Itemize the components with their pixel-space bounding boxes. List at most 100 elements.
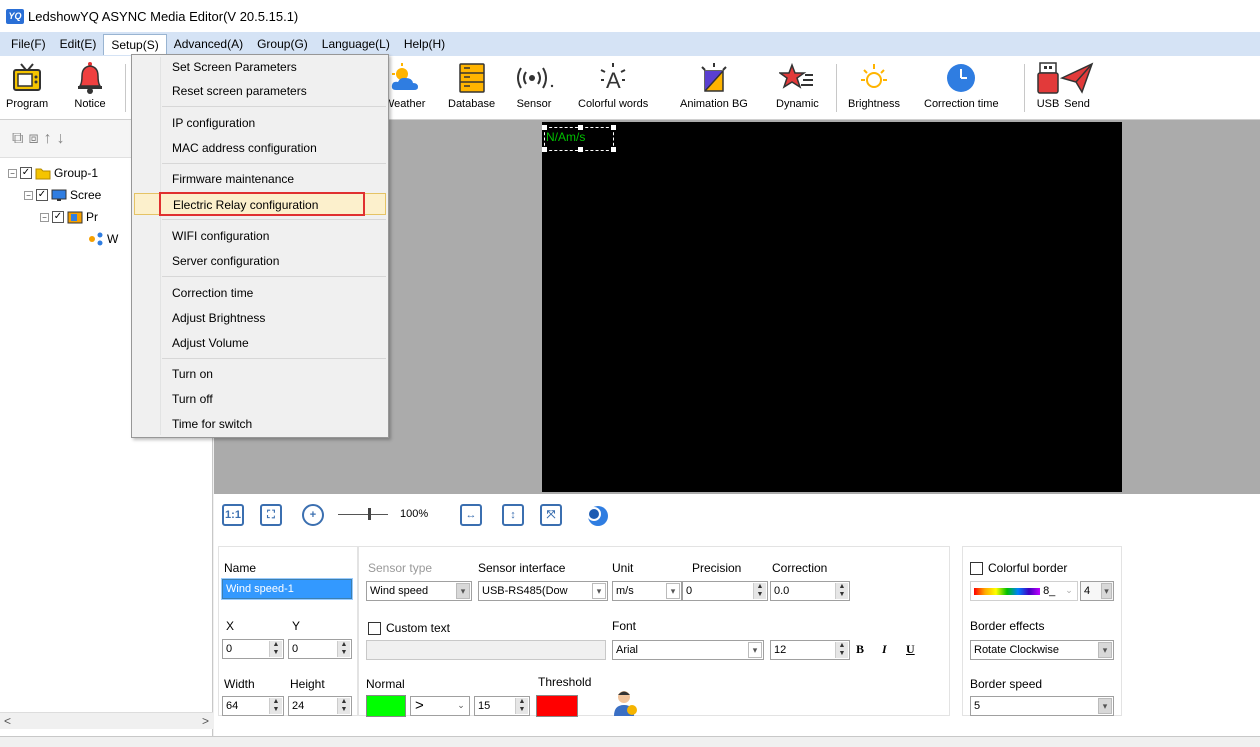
menu-item-turn-on[interactable]: Turn on [134,363,386,385]
resize-handle[interactable] [578,147,583,152]
tree-checkbox[interactable]: ✓ [52,211,64,223]
width-input[interactable]: 64 ▲ ▼ [222,696,284,716]
height-input[interactable]: 24 ▲ ▼ [288,696,352,716]
tree-checkbox[interactable]: ✓ [36,189,48,201]
menu-group[interactable]: Group(G) [250,34,315,54]
dynamic-button[interactable]: Dynamic [776,56,819,120]
program-button[interactable]: Program [6,56,48,120]
paste-icon[interactable]: ⧈ [28,130,38,148]
resize-handle[interactable] [611,147,616,152]
menu-item-adjust-volume[interactable]: Adjust Volume [134,332,386,354]
spinner-icon[interactable]: ▲ ▼ [835,583,848,599]
tree-item-screen[interactable]: − ✓ Scree [24,188,101,202]
menu-help[interactable]: Help(H) [397,34,452,54]
custom-text-input[interactable] [366,640,606,660]
menu-item-ip-configuration[interactable]: IP configuration [134,112,386,134]
zoom-slider[interactable] [338,514,388,515]
move-down-icon[interactable]: ↓ [57,130,65,148]
border-effects-select[interactable]: Rotate Clockwise ▾ [970,640,1114,660]
italic-button[interactable]: I [882,642,887,657]
led-screen-preview[interactable]: N/Am/s [542,122,1122,492]
spinner-icon[interactable]: ▲ ▼ [753,583,766,599]
sensor-interface-select[interactable]: USB-RS485(Dow ▾ [478,581,608,601]
bold-button[interactable]: B [856,642,864,657]
menu-file[interactable]: File(F) [4,34,53,54]
display-mode-icon[interactable] [586,504,610,528]
menu-item-correction-time[interactable]: Correction time [134,282,386,304]
menu-item-server-configuration[interactable]: Server configuration [134,250,386,272]
name-input[interactable]: Wind speed-1 [222,579,352,599]
spinner-icon[interactable]: ▲ ▼ [337,641,350,657]
menu-item-turn-off[interactable]: Turn off [134,388,386,410]
precision-input[interactable]: 0 ▲ ▼ [682,581,768,601]
spinner-icon[interactable]: ▲ ▼ [269,641,282,657]
tree-item-group[interactable]: − ✓ Group-1 [8,166,98,180]
tree-item-program[interactable]: − ✓ Pr [40,210,98,224]
unit-select[interactable]: m/s ▾ [612,581,682,601]
tree-checkbox[interactable]: ✓ [20,167,32,179]
brightness-button[interactable]: Brightness [848,56,900,120]
custom-text-checkbox[interactable] [368,622,381,635]
fit-screen-icon[interactable]: ⛶ [260,504,282,526]
resize-handle[interactable] [542,147,547,152]
y-input[interactable]: 0 ▲ ▼ [288,639,352,659]
sensor-button[interactable]: Sensor [514,56,554,120]
colorful-words-button[interactable]: A Colorful words [578,56,648,120]
spinner-icon[interactable]: ▲ ▼ [269,698,282,714]
menu-language[interactable]: Language(L) [315,34,397,54]
zoom-slider-thumb[interactable] [368,508,371,520]
collapse-icon[interactable]: − [40,212,49,222]
operator-select[interactable]: > ⌄ [410,696,470,716]
menu-edit[interactable]: Edit(E) [53,34,104,54]
menu-item-reset-screen-parameters[interactable]: Reset screen parameters [134,80,386,102]
actual-size-button[interactable]: 1:1 [222,504,244,526]
correction-input[interactable]: 0.0 ▲ ▼ [770,581,850,601]
correction-time-button[interactable]: Correction time [924,56,999,120]
tree-item-sensor[interactable]: W [88,232,118,246]
colorful-border-checkbox[interactable] [970,562,983,575]
usb-button[interactable]: USB [1035,56,1061,120]
border-speed-select[interactable]: 5 ▾ [970,696,1114,716]
notice-button[interactable]: Notice [74,56,106,120]
menu-item-firmware-maintenance[interactable]: Firmware maintenance [134,168,386,190]
resize-handle[interactable] [542,125,547,130]
database-button[interactable]: Database [448,56,495,120]
fit-width-icon[interactable]: ↔ [460,504,482,526]
font-size-input[interactable]: 12 ▲ ▼ [770,640,850,660]
menu-item-wifi-configuration[interactable]: WIFI configuration [134,225,386,247]
normal-color-swatch[interactable] [366,695,406,717]
horizontal-scrollbar[interactable]: < > [0,712,213,729]
user-settings-icon[interactable] [612,688,638,718]
scroll-right-icon[interactable]: > [202,714,209,728]
sensor-type-select[interactable]: Wind speed ▾ [366,581,472,601]
menu-setup[interactable]: Setup(S) [103,33,167,55]
fit-height-icon[interactable]: ↕ [502,504,524,526]
weather-button[interactable]: Weather [384,56,425,120]
menu-advanced[interactable]: Advanced(A) [167,34,250,54]
font-select[interactable]: Arial ▾ [612,640,764,660]
underline-button[interactable]: U [906,642,915,657]
collapse-icon[interactable]: − [8,168,17,178]
animation-bg-button[interactable]: Animation BG [680,56,748,120]
collapse-icon[interactable]: − [24,190,33,200]
fit-all-icon[interactable]: ⤧ [540,504,562,526]
threshold-input[interactable]: 15 ▲ ▼ [474,696,530,716]
spinner-icon[interactable]: ▲ ▼ [835,642,848,658]
menu-item-time-for-switch[interactable]: Time for switch [134,413,386,435]
resize-handle[interactable] [611,125,616,130]
border-pattern-select[interactable]: 8_ ⌄ [970,581,1078,601]
spinner-icon[interactable]: ▲ ▼ [515,698,528,714]
scroll-left-icon[interactable]: < [4,714,11,728]
sensor-area-box[interactable]: N/Am/s [542,125,616,152]
border-width-select[interactable]: 4 ▾ [1080,581,1114,601]
move-up-icon[interactable]: ↑ [44,130,52,148]
send-button[interactable]: Send [1060,56,1094,120]
menu-item-mac-address-configuration[interactable]: MAC address configuration [134,137,386,159]
zoom-in-icon[interactable]: + [302,504,324,526]
spinner-icon[interactable]: ▲ ▼ [337,698,350,714]
menu-item-adjust-brightness[interactable]: Adjust Brightness [134,307,386,329]
menu-item-set-screen-parameters[interactable]: Set Screen Parameters [134,56,386,78]
threshold-color-swatch[interactable] [536,695,578,717]
resize-handle[interactable] [578,125,583,130]
x-input[interactable]: 0 ▲ ▼ [222,639,284,659]
